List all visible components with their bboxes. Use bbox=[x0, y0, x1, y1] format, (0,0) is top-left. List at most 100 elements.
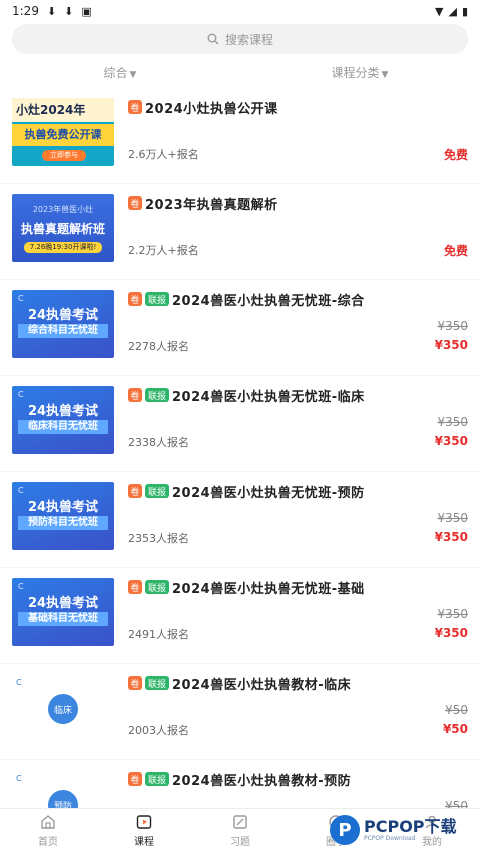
brand-logo-icon: C bbox=[18, 390, 24, 399]
course-price: ¥350 bbox=[434, 434, 468, 448]
filter-bar: 综合 ▼ 课程分类 ▼ bbox=[0, 58, 480, 86]
thumb-text: 24执兽考试 bbox=[27, 596, 99, 611]
coupon-tag: 卷 bbox=[128, 196, 142, 210]
enrolled-count: 2353人报名 bbox=[128, 532, 189, 545]
enrolled-count: 2278人报名 bbox=[128, 340, 189, 353]
brand-logo-icon: C bbox=[18, 582, 24, 591]
course-thumbnail: C 24执兽考试 综合科目无忧班 bbox=[12, 290, 114, 358]
battery-icon: ▮ bbox=[461, 4, 468, 18]
status-time: 1:29 bbox=[12, 4, 39, 18]
course-title: 2024兽医小灶执兽无忧班-预防 bbox=[172, 485, 365, 501]
course-title: 2024兽医小灶执兽无忧班-基础 bbox=[172, 581, 365, 597]
download-icon: ⬇ bbox=[64, 4, 74, 18]
bundle-tag: 联报 bbox=[145, 676, 170, 690]
profile-icon bbox=[425, 815, 439, 829]
course-item[interactable]: C 24执兽考试 预防科目无忧班 卷 联报 2024兽医小灶执兽无忧班-预防 ¥… bbox=[0, 472, 480, 568]
thumb-text: 临床 bbox=[48, 694, 78, 724]
enrolled-count: 2491人报名 bbox=[128, 628, 189, 641]
brand-logo-icon: C bbox=[18, 486, 24, 495]
tab-home-label: 首页 bbox=[38, 837, 58, 848]
course-icon bbox=[136, 815, 152, 829]
bottom-tab-bar: 首页 课程 习题 圈子 我的 bbox=[0, 808, 480, 852]
bundle-tag: 联报 bbox=[145, 580, 170, 594]
course-thumbnail: 小灶2024年 执兽免费公开课 立即参与 bbox=[12, 98, 114, 166]
app-notification-icon: ▣ bbox=[81, 4, 92, 18]
tab-course[interactable]: 课程 bbox=[96, 809, 192, 852]
course-thumbnail: C 预防 bbox=[12, 770, 114, 808]
coupon-tag: 卷 bbox=[128, 100, 142, 114]
thumb-text: 24执兽考试 bbox=[27, 404, 99, 419]
original-price: ¥350 bbox=[437, 319, 468, 333]
course-title: 2024兽医小灶执兽教材-临床 bbox=[172, 677, 352, 693]
brand-logo-icon: C bbox=[18, 294, 24, 303]
course-title: 2024小灶执兽公开课 bbox=[145, 101, 278, 117]
thumb-text: 执兽免费公开课 bbox=[12, 124, 114, 146]
coupon-tag: 卷 bbox=[128, 484, 142, 498]
tab-exercise-label: 习题 bbox=[230, 837, 250, 848]
course-list: 小灶2024年 执兽免费公开课 立即参与 卷 2024小灶执兽公开课 2.6万人… bbox=[0, 88, 480, 808]
thumb-text: 综合科目无忧班 bbox=[18, 324, 108, 338]
coupon-tag: 卷 bbox=[128, 772, 142, 786]
course-thumbnail: C 24执兽考试 临床科目无忧班 bbox=[12, 386, 114, 454]
exercise-icon bbox=[233, 815, 247, 829]
enrolled-count: 2.2万人+报名 bbox=[128, 244, 199, 257]
course-item[interactable]: C 预防 卷 联报 2024兽医小灶执兽教材-预防 ¥50 bbox=[0, 760, 480, 808]
caret-down-icon: ▼ bbox=[129, 69, 137, 80]
course-item[interactable]: 2023年兽医小灶 执兽真题解析班 7.26晚19:30开课啦! 卷 2023年… bbox=[0, 184, 480, 280]
status-bar: 1:29 ⬇ ⬇ ▣ ▼ ◢ ▮ bbox=[0, 0, 480, 22]
brand-logo-icon: C bbox=[16, 774, 22, 783]
thumb-text: 小灶2024年 bbox=[12, 98, 114, 122]
tab-home[interactable]: 首页 bbox=[0, 809, 96, 852]
thumb-text: 临床科目无忧班 bbox=[18, 420, 108, 434]
course-item[interactable]: C 临床 卷 联报 2024兽医小灶执兽教材-临床 ¥50 2003人报名 ¥5… bbox=[0, 664, 480, 760]
course-title: 2024兽医小灶执兽教材-预防 bbox=[172, 773, 352, 789]
course-price: 免费 bbox=[443, 148, 468, 162]
coupon-tag: 卷 bbox=[128, 676, 142, 690]
course-item[interactable]: 小灶2024年 执兽免费公开课 立即参与 卷 2024小灶执兽公开课 2.6万人… bbox=[0, 88, 480, 184]
thumb-text: 7.26晚19:30开课啦! bbox=[24, 242, 102, 253]
home-icon bbox=[41, 815, 55, 829]
course-price: ¥50 bbox=[442, 722, 468, 736]
tab-circle-label: 圈子 bbox=[326, 837, 346, 848]
course-price: 免费 bbox=[443, 244, 468, 258]
thumb-text: 基础科目无忧班 bbox=[18, 612, 108, 626]
filter-category[interactable]: 课程分类 ▼ bbox=[240, 64, 480, 81]
thumb-text: 2023年兽医小灶 bbox=[32, 205, 94, 214]
bundle-tag: 联报 bbox=[145, 772, 170, 786]
filter-sort[interactable]: 综合 ▼ bbox=[0, 64, 240, 81]
course-thumbnail: 2023年兽医小灶 执兽真题解析班 7.26晚19:30开课啦! bbox=[12, 194, 114, 262]
bundle-tag: 联报 bbox=[145, 388, 170, 402]
bundle-tag: 联报 bbox=[145, 292, 170, 306]
wifi-icon: ▼ bbox=[435, 4, 444, 18]
search-input[interactable]: 搜索课程 bbox=[12, 24, 468, 54]
thumb-text: 执兽真题解析班 bbox=[20, 222, 105, 236]
course-title: 2024兽医小灶执兽无忧班-综合 bbox=[172, 293, 365, 309]
coupon-tag: 卷 bbox=[128, 388, 142, 402]
thumb-text: 预防科目无忧班 bbox=[18, 516, 108, 530]
enrolled-count: 2.6万人+报名 bbox=[128, 148, 199, 161]
search-placeholder: 搜索课程 bbox=[224, 32, 273, 47]
course-price: ¥350 bbox=[434, 626, 468, 640]
coupon-tag: 卷 bbox=[128, 580, 142, 594]
course-item[interactable]: C 24执兽考试 基础科目无忧班 卷 联报 2024兽医小灶执兽无忧班-基础 ¥… bbox=[0, 568, 480, 664]
course-thumbnail: C 临床 bbox=[12, 674, 114, 742]
thumb-text: 预防 bbox=[48, 790, 78, 808]
caret-down-icon: ▼ bbox=[381, 69, 389, 80]
course-thumbnail: C 24执兽考试 基础科目无忧班 bbox=[12, 578, 114, 646]
course-item[interactable]: C 24执兽考试 综合科目无忧班 卷 联报 2024兽医小灶执兽无忧班-综合 ¥… bbox=[0, 280, 480, 376]
tab-circle[interactable]: 圈子 bbox=[288, 809, 384, 852]
tab-course-label: 课程 bbox=[134, 837, 154, 848]
enrolled-count: 2003人报名 bbox=[128, 724, 189, 737]
enrolled-count: 2338人报名 bbox=[128, 436, 189, 449]
tab-profile[interactable]: 我的 bbox=[384, 809, 480, 852]
course-title: 2024兽医小灶执兽无忧班-临床 bbox=[172, 389, 365, 405]
brand-logo-icon: C bbox=[16, 678, 22, 687]
course-item[interactable]: C 24执兽考试 临床科目无忧班 卷 联报 2024兽医小灶执兽无忧班-临床 ¥… bbox=[0, 376, 480, 472]
original-price: ¥350 bbox=[437, 511, 468, 525]
tab-exercise[interactable]: 习题 bbox=[192, 809, 288, 852]
thumb-text: 24执兽考试 bbox=[27, 308, 99, 323]
course-thumbnail: C 24执兽考试 预防科目无忧班 bbox=[12, 482, 114, 550]
coupon-tag: 卷 bbox=[128, 292, 142, 306]
thumb-text: 24执兽考试 bbox=[27, 500, 99, 515]
circle-icon bbox=[329, 815, 343, 829]
